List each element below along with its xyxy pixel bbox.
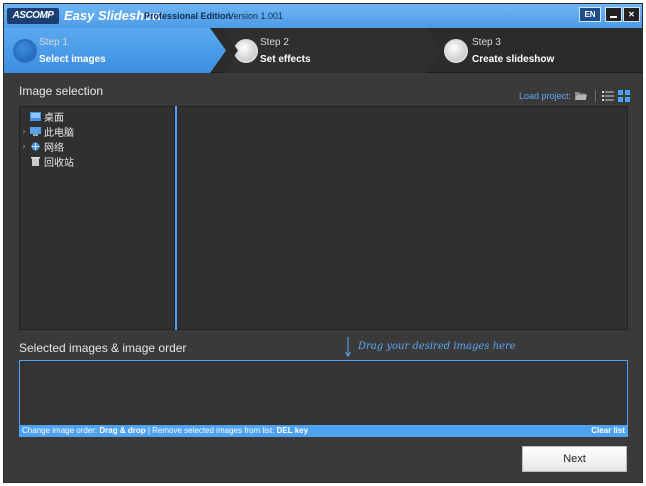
step-1-label: Step 1	[39, 37, 68, 48]
info-bar: Change image order: Drag & drop | Remove…	[19, 425, 628, 437]
load-project-label: Load project:	[519, 91, 572, 101]
image-selection-title: Image selection	[19, 84, 104, 98]
drag-hint: Drag your desired images here	[358, 341, 516, 352]
selected-images-list[interactable]	[19, 360, 628, 425]
title-bar: ASCOMP Easy Slideshow Professional Editi…	[4, 4, 642, 28]
step-3-indicator-icon	[444, 39, 468, 63]
step-2-title: Set effects	[260, 54, 311, 65]
app-window: ASCOMP Easy Slideshow Professional Editi…	[3, 3, 643, 483]
tree-item-label: 回收站	[44, 157, 74, 169]
ascomp-logo: ASCOMP	[7, 8, 59, 24]
toolbar-divider	[595, 90, 596, 102]
tree-item-desktop[interactable]: 桌面	[20, 109, 64, 124]
chevron-right-icon[interactable]: ›	[20, 127, 28, 136]
step-2[interactable]: Step 2 Set effects	[222, 28, 442, 73]
step-1-indicator-icon	[13, 39, 37, 63]
thumbnail-view-icon[interactable]	[618, 90, 630, 102]
clear-list-link[interactable]: Clear list	[591, 426, 625, 435]
image-preview-area[interactable]	[177, 106, 628, 330]
steps-bar: Step 1 Select images Step 2 Set effects …	[4, 28, 642, 73]
chevron-right-icon[interactable]: ›	[20, 142, 28, 151]
minimize-button[interactable]	[605, 7, 622, 22]
tree-item-label: 桌面	[44, 112, 64, 124]
version-label: Version 1.001	[228, 11, 284, 21]
step-2-label: Step 2	[260, 37, 289, 48]
step-2-indicator-icon	[234, 39, 258, 63]
language-button[interactable]: EN	[579, 7, 601, 22]
step-3[interactable]: Step 3 Create slideshow	[436, 28, 642, 73]
tree-item-this-pc[interactable]: › 此电脑	[20, 124, 74, 139]
list-view-icon[interactable]	[602, 90, 614, 102]
step-1[interactable]: Step 1 Select images	[4, 28, 226, 73]
info-text: Change image order: Drag & drop | Remove…	[22, 426, 309, 435]
down-arrow-icon	[345, 337, 351, 357]
tree-item-recycle-bin[interactable]: 回收站	[20, 154, 74, 169]
tree-item-network[interactable]: › 网络	[20, 139, 64, 154]
folder-tree[interactable]: 桌面 › 此电脑 › 网络 回收站	[19, 106, 175, 330]
open-folder-icon[interactable]	[574, 90, 588, 102]
edition-label: Professional Edition	[144, 11, 232, 21]
computer-icon	[30, 126, 41, 136]
close-button[interactable]: ✕	[623, 7, 640, 22]
desktop-folder-icon	[30, 111, 41, 121]
step-1-title: Select images	[39, 54, 106, 65]
recycle-bin-icon	[31, 156, 40, 166]
step-3-label: Step 3	[472, 37, 501, 48]
tree-item-label: 此电脑	[44, 127, 74, 139]
network-icon	[31, 142, 40, 150]
next-button[interactable]: Next	[522, 446, 627, 472]
selected-images-title: Selected images & image order	[19, 341, 187, 355]
step-3-title: Create slideshow	[472, 54, 555, 65]
tree-item-label: 网络	[44, 142, 64, 154]
